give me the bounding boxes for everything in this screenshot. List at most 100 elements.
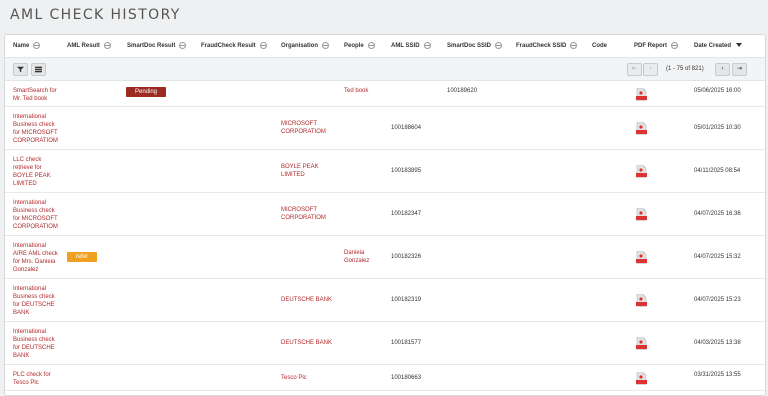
aml-ssid-cell: 100183895 [391, 168, 422, 174]
name-link[interactable]: Tesco Plc [13, 379, 67, 387]
name-link[interactable]: Business check [13, 336, 67, 344]
name-link[interactable]: Business check [13, 121, 67, 129]
name-link[interactable]: for Mrs. Danieia [13, 258, 67, 266]
name-link[interactable]: for MICROSOFT [13, 215, 67, 223]
first-page-button[interactable]: ⇤ [627, 63, 642, 76]
filter-icon [17, 66, 24, 73]
name-link[interactable]: LLC check [13, 156, 67, 164]
pdf-report-icon[interactable] [636, 250, 647, 265]
table-row[interactable]: LLC check retrieve for BOYLE PEAK LIMITED BO… [5, 150, 765, 193]
name-link[interactable]: International [13, 199, 67, 207]
organisation-link[interactable]: Tesco Plc [281, 374, 307, 382]
name-link[interactable]: for DEUTSCHE [13, 344, 67, 352]
name-cell[interactable]: SmartSearch for Mr. Ted book [13, 87, 67, 103]
table-row[interactable]: PLC check for Tesco Plc Tesco Plc 100180663… [5, 365, 765, 391]
name-cell[interactable]: PLC check for Tesco Plc [13, 371, 67, 387]
filter-button[interactable] [13, 63, 28, 76]
column-header-name[interactable]: Name [13, 35, 41, 57]
table-row[interactable]: International Business check for DEUTSCHE B… [5, 322, 765, 365]
column-header-smartdoc-ssid[interactable]: SmartDoc SSID [447, 35, 503, 57]
pdf-report-icon[interactable] [636, 371, 647, 386]
people-cell[interactable]: Ted book [344, 87, 368, 95]
pdf-report-icon[interactable] [636, 336, 647, 351]
name-cell[interactable]: International Business check for MICROSOFT… [13, 113, 67, 145]
column-header-smartdoc-result[interactable]: SmartDoc Result [127, 35, 187, 57]
organisation-link[interactable]: LIMITED [281, 171, 319, 179]
name-cell[interactable]: International Business check for DEUTSCHE B… [13, 285, 67, 317]
name-link[interactable]: BANK [13, 352, 67, 360]
organisation-cell[interactable]: DEUTSCHE BANK [281, 339, 332, 347]
table-row[interactable]: SmartSearch for Mr. Ted book Pending Ted bo… [5, 81, 765, 107]
name-link[interactable]: Business check [13, 207, 67, 215]
column-header-pdf-report[interactable]: PDF Report [634, 35, 678, 57]
column-header-label: PDF Report [634, 43, 667, 49]
organisation-link[interactable]: BOYLE PEAK [281, 163, 319, 171]
column-header-people[interactable]: People [344, 35, 375, 57]
column-header-aml-result[interactable]: AML Result [67, 35, 111, 57]
columns-button[interactable] [31, 63, 46, 76]
next-page-button[interactable]: › [715, 63, 730, 76]
table-row[interactable]: International Business check for MICROSOFT… [5, 193, 765, 236]
name-link[interactable]: BANK [13, 309, 67, 317]
name-cell[interactable]: International Business check for MICROSOFT… [13, 199, 67, 231]
organisation-cell[interactable]: Tesco Plc [281, 374, 307, 382]
page-title: AML CHECK HISTORY [10, 7, 181, 23]
name-link[interactable]: for DEUTSCHE [13, 301, 67, 309]
name-cell[interactable]: LLC check retrieve for BOYLE PEAK LIMITED [13, 156, 67, 188]
name-link[interactable]: International [13, 113, 67, 121]
column-header-fraudcheck-ssid[interactable]: FraudCheck SSID [516, 35, 578, 57]
name-link[interactable]: International [13, 328, 67, 336]
name-cell[interactable]: International AIRE AML check for Mrs. Dani… [13, 242, 67, 274]
pdf-report-icon[interactable] [636, 207, 647, 222]
name-cell[interactable]: International Business check for DEUTSCHE B… [13, 328, 67, 360]
name-link[interactable]: for MICROSOFT [13, 129, 67, 137]
name-link[interactable]: retrieve for [13, 164, 67, 172]
name-link[interactable]: CORPORATIOM [13, 137, 67, 145]
sort-icon [423, 41, 431, 49]
organisation-link[interactable]: DEUTSCHE BANK [281, 296, 332, 304]
pdf-report-icon[interactable] [636, 293, 647, 308]
pdf-report-icon[interactable] [636, 121, 647, 136]
column-header-fraudcheck-result[interactable]: FraudCheck Result [201, 35, 267, 57]
pdf-report-icon[interactable] [636, 87, 647, 102]
name-link[interactable]: International [13, 285, 67, 293]
column-header-label: FraudCheck SSID [516, 43, 567, 49]
organisation-cell[interactable]: DEUTSCHE BANK [281, 296, 332, 304]
name-link[interactable]: CORPORATIOM [13, 223, 67, 231]
date-created-cell: 03/31/2025 13:55 [694, 372, 741, 378]
organisation-cell[interactable]: MICROSOFT CORPORATIOM [281, 206, 326, 222]
name-link[interactable]: Business check [13, 293, 67, 301]
column-header-code[interactable]: Code [592, 35, 607, 57]
name-link[interactable]: Gonzalez [13, 266, 67, 274]
name-link[interactable]: PLC check for [13, 371, 67, 379]
name-link[interactable]: AIRE AML check [13, 250, 67, 258]
name-link[interactable]: International [13, 242, 67, 250]
organisation-cell[interactable]: MICROSOFT CORPORATIOM [281, 120, 326, 136]
people-link[interactable]: Ted book [344, 87, 368, 95]
sort-icon [367, 41, 375, 49]
organisation-cell[interactable]: BOYLE PEAK LIMITED [281, 163, 319, 179]
history-grid: Name AML Result SmartDoc Result FraudCheck … [4, 34, 766, 396]
organisation-link[interactable]: MICROSOFT [281, 206, 326, 214]
name-link[interactable]: BOYLE PEAK [13, 172, 67, 180]
aml-result-badge: refer [67, 252, 97, 262]
organisation-link[interactable]: CORPORATIOM [281, 214, 326, 222]
table-row[interactable]: International Business check for MICROSOFT… [5, 107, 765, 150]
column-header-date-created[interactable]: Date Created [694, 35, 743, 57]
column-header-aml-ssid[interactable]: AML SSID [391, 35, 431, 57]
name-link[interactable]: Mr. Ted book [13, 95, 67, 103]
organisation-link[interactable]: DEUTSCHE BANK [281, 339, 332, 347]
people-link[interactable]: Danieia [344, 249, 369, 257]
pdf-report-icon[interactable] [636, 164, 647, 179]
organisation-link[interactable]: MICROSOFT [281, 120, 326, 128]
column-header-organisation[interactable]: Organisation [281, 35, 330, 57]
last-page-button[interactable]: ⇥ [732, 63, 747, 76]
organisation-link[interactable]: CORPORATIOM [281, 128, 326, 136]
people-cell[interactable]: Danieia Gonzalez [344, 249, 369, 265]
name-link[interactable]: SmartSearch for [13, 87, 67, 95]
people-link[interactable]: Gonzalez [344, 257, 369, 265]
table-row[interactable]: International AIRE AML check for Mrs. Dani… [5, 236, 765, 279]
name-link[interactable]: LIMITED [13, 180, 67, 188]
table-row[interactable]: International Business check for DEUTSCHE B… [5, 279, 765, 322]
prev-page-button[interactable]: ‹ [643, 63, 658, 76]
